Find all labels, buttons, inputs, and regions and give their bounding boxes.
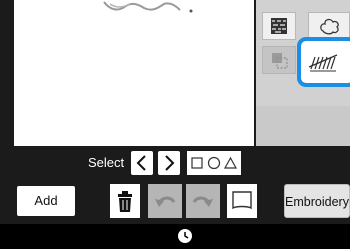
clock-icon[interactable] [175, 226, 195, 246]
undo-icon [155, 196, 176, 207]
select-label: Select [88, 155, 125, 170]
trash-icon [118, 191, 132, 212]
fill-stitch-icon [271, 18, 287, 34]
move-icon [272, 53, 288, 69]
move-button [262, 46, 296, 74]
fill-stitch-button[interactable] [262, 12, 296, 40]
undo-button [148, 184, 182, 218]
embroidery-button[interactable]: Embroidery [284, 184, 350, 218]
tool-panel-footer [256, 106, 350, 146]
add-button[interactable]: Add [17, 186, 75, 216]
design-canvas[interactable] [14, 0, 254, 146]
chevron-left-icon [136, 155, 146, 171]
redo-button [186, 184, 220, 218]
delete-button[interactable] [110, 184, 140, 218]
outline-button[interactable] [308, 12, 350, 40]
selected-tool-highlight [297, 37, 350, 87]
chevron-right-icon [165, 155, 175, 171]
frame-button[interactable] [227, 184, 257, 218]
select-next-button[interactable] [158, 151, 180, 175]
shape-select-button[interactable] [187, 151, 241, 175]
outline-icon [320, 18, 339, 35]
shape-select-icon [191, 156, 238, 170]
redo-icon [192, 196, 213, 207]
frame-icon [232, 191, 252, 210]
design-preview [103, 1, 193, 13]
select-prev-button[interactable] [131, 151, 153, 175]
